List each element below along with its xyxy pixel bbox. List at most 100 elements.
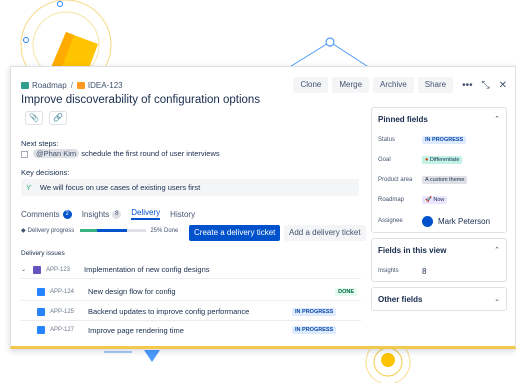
goal-tag[interactable]: ● Differentiate: [422, 156, 463, 164]
pinned-fields-panel: Pinned fields ⌃ Status IN PROGRESS Goal …: [371, 107, 507, 233]
table-row[interactable]: APP-125 Backend updates to improve confi…: [21, 303, 361, 321]
other-fields-header[interactable]: Other fields ⌄: [372, 288, 506, 310]
task-icon: [37, 287, 45, 296]
tab-insights-label: Insights: [81, 209, 110, 219]
field-roadmap: Roadmap 🚀 Now: [372, 190, 506, 210]
add-delivery-ticket-button[interactable]: Add a delivery ticket: [284, 225, 366, 241]
issue-key[interactable]: APP-124: [50, 289, 88, 295]
table-row[interactable]: APP-127 Improve page rendering time IN P…: [21, 321, 361, 339]
issue-summary[interactable]: Backend updates to improve config perfor…: [88, 307, 292, 316]
task-icon: [37, 307, 45, 316]
issue-key[interactable]: APP-127: [50, 327, 88, 333]
delivery-progress-icon: ◆: [21, 228, 26, 234]
key-decision-panel: Ƴ We will focus on use cases of existing…: [21, 179, 359, 196]
insights-count-badge: 8: [112, 209, 122, 219]
tab-insights[interactable]: Insights 8: [81, 209, 122, 219]
idea-detail-card: Roadmap / IDEA-123 Clone Merge Archive S…: [10, 66, 516, 349]
tab-comments[interactable]: Comments 2: [21, 209, 72, 219]
target-icon: ●: [425, 157, 429, 163]
comments-count-badge: 2: [62, 209, 72, 219]
tab-delivery[interactable]: Delivery: [131, 208, 161, 220]
header-actions: Clone Merge Archive Share ••• ⤡ ✕: [289, 77, 507, 93]
delivery-issues-label: Delivery issues: [21, 250, 65, 257]
issue-summary[interactable]: Implementation of new config designs: [84, 265, 361, 274]
status-badge[interactable]: IN PROGRESS: [422, 136, 467, 144]
progress-done-fill: [80, 229, 97, 232]
roadmap-value: Now: [433, 197, 445, 203]
assignee-value[interactable]: Mark Peterson: [422, 215, 491, 227]
create-delivery-ticket-button[interactable]: Create a delivery ticket: [189, 225, 281, 241]
field-assignee: Assignee Mark Peterson: [372, 210, 506, 232]
issue-summary[interactable]: New design flow for config: [88, 287, 335, 296]
next-steps-label: Next steps:: [21, 139, 59, 148]
epic-icon: [33, 265, 41, 274]
other-fields-panel: Other fields ⌄: [371, 287, 507, 311]
issue-key[interactable]: APP-125: [50, 309, 88, 315]
breadcrumb-issue[interactable]: IDEA-123: [88, 81, 123, 90]
field-goal: Goal ● Differentiate: [372, 150, 506, 170]
fields-in-view-title: Fields in this view: [378, 245, 447, 255]
project-icon: [21, 81, 29, 89]
decision-icon: Ƴ: [26, 183, 32, 192]
share-button[interactable]: Share: [417, 77, 454, 93]
chevron-up-icon[interactable]: ⌃: [494, 246, 500, 254]
page-title: Improve discoverability of configuration…: [21, 94, 261, 106]
status-badge: IN PROGRESS: [292, 326, 337, 334]
rocket-icon: 🚀: [425, 197, 432, 203]
field-label: Goal: [378, 157, 391, 163]
breadcrumb: Roadmap / IDEA-123: [21, 81, 123, 90]
next-step-checkbox[interactable]: [21, 151, 28, 158]
key-decisions-label: Key decisions:: [21, 168, 70, 177]
idea-icon: [76, 81, 85, 89]
pinned-fields-header[interactable]: Pinned fields ⌃: [372, 108, 506, 130]
chevron-up-icon[interactable]: ⌃: [494, 115, 500, 123]
link-button[interactable]: 🔗: [49, 111, 67, 125]
clone-button[interactable]: Clone: [293, 77, 329, 93]
user-mention[interactable]: @Phan Kim: [33, 149, 80, 158]
other-fields-title: Other fields: [378, 294, 423, 304]
delivery-progress: ◆ Delivery progress 25% Done: [21, 227, 178, 235]
fields-in-view-panel: Fields in this view ⌃ Insights 8: [371, 238, 507, 282]
more-icon[interactable]: •••: [462, 80, 473, 91]
tab-history-label: History: [170, 209, 196, 219]
tabs: Comments 2 Insights 8 Delivery History: [21, 208, 205, 220]
assignee-name: Mark Peterson: [438, 216, 491, 226]
field-label: Status: [378, 137, 396, 143]
status-badge: DONE: [335, 287, 357, 296]
fields-sidebar: Pinned fields ⌃ Status IN PROGRESS Goal …: [371, 107, 507, 316]
pinned-fields-title: Pinned fields: [378, 114, 428, 124]
table-row[interactable]: ⌄ APP-123 Implementation of new config d…: [21, 261, 361, 279]
tab-delivery-label: Delivery: [131, 208, 161, 217]
chevron-down-icon[interactable]: ⌄: [494, 295, 500, 303]
progress-inprogress-fill: [96, 229, 127, 232]
delivery-progress-label: Delivery progress: [27, 227, 75, 234]
field-label: Insights: [378, 268, 399, 274]
link-icon: 🔗: [53, 113, 63, 122]
field-status: Status IN PROGRESS: [372, 130, 506, 150]
close-icon[interactable]: ✕: [499, 80, 507, 91]
archive-button[interactable]: Archive: [373, 77, 414, 93]
status-badge: IN PROGRESS: [292, 307, 337, 316]
goal-value: Differentiate: [429, 157, 460, 163]
chevron-down-icon[interactable]: ⌄: [21, 266, 33, 273]
key-decision-text: We will focus on use cases of existing u…: [39, 183, 201, 192]
product-area-tag[interactable]: A custom theme: [422, 176, 468, 184]
table-row[interactable]: APP-124 New design flow for config DONE: [21, 283, 361, 301]
insights-value[interactable]: 8: [422, 267, 426, 276]
fields-in-view-header[interactable]: Fields in this view ⌃: [372, 239, 506, 261]
attachment-button[interactable]: 📎: [25, 111, 43, 125]
paperclip-icon: 📎: [29, 113, 39, 122]
breadcrumb-separator: /: [70, 80, 73, 90]
field-label: Product area: [378, 177, 413, 183]
collapse-icon[interactable]: ⤡: [482, 80, 490, 91]
next-step-text: schedule the first round of user intervi…: [81, 149, 220, 158]
issue-key[interactable]: APP-123: [46, 267, 84, 273]
field-insights: Insights 8: [372, 261, 506, 281]
roadmap-tag[interactable]: 🚀 Now: [422, 196, 448, 204]
breadcrumb-project[interactable]: Roadmap: [32, 81, 67, 90]
avatar: [422, 215, 433, 227]
issue-summary[interactable]: Improve page rendering time: [88, 326, 292, 335]
merge-button[interactable]: Merge: [332, 77, 370, 93]
field-label: Roadmap: [378, 197, 405, 203]
tab-history[interactable]: History: [170, 210, 195, 219]
